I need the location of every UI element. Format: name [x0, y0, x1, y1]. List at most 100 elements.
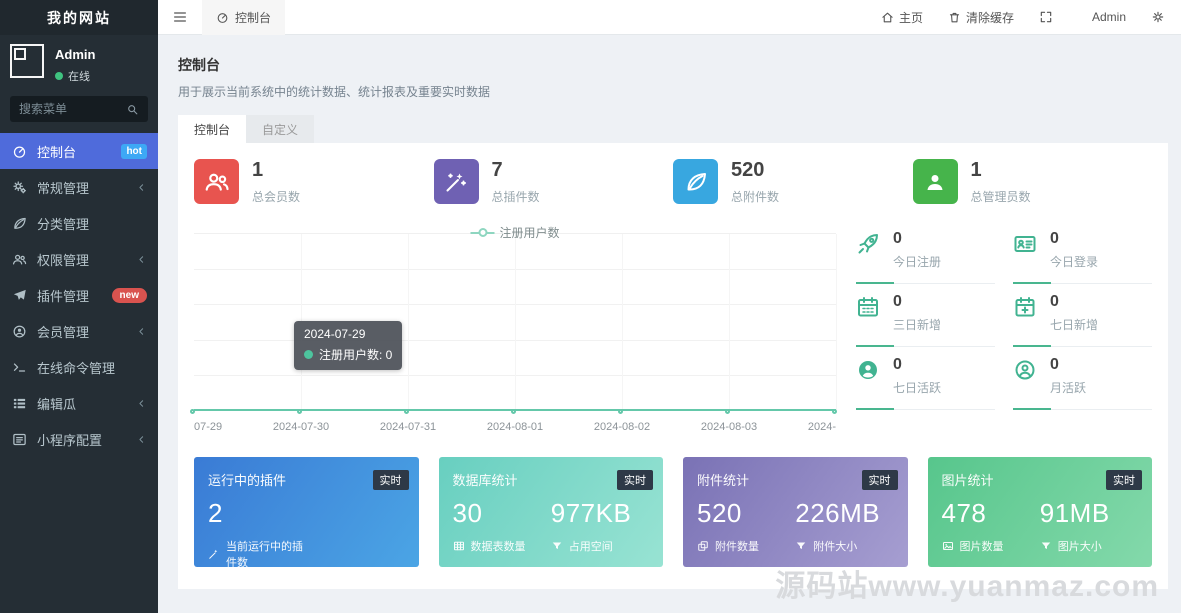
tab-custom[interactable]: 自定义: [246, 115, 315, 143]
brand-title: 我的网站: [0, 0, 158, 35]
th-list-icon: [11, 396, 28, 411]
topbar: 控制台 主页 清除缓存 Admin: [158, 0, 1181, 35]
clone-icon: [697, 540, 709, 552]
user-status: 在线: [55, 68, 95, 84]
watermark: 源码站www.yuanmaz.com: [775, 570, 1159, 603]
data-point: [297, 409, 302, 414]
user-icon: [912, 159, 958, 204]
gauge-icon: [11, 144, 28, 159]
page-subtitle: 用于展示当前系统中的统计数据、统计报表及重要实时数据: [178, 85, 491, 99]
stats-row: 1 总会员数 7 总插件数 520 总附件数 1 总管理员数: [194, 159, 1152, 205]
mini-stat-today-register: 0 今日注册: [856, 221, 995, 284]
online-dot-icon: [55, 72, 63, 80]
chevron-left-icon: [136, 326, 147, 337]
list-alt-icon: [11, 432, 28, 447]
new-badge: new: [111, 287, 147, 303]
stat-total-attachments: 520 总附件数: [673, 159, 913, 205]
sidebar-item-auth[interactable]: 权限管理: [0, 241, 158, 277]
sidebar-item-miniprogram[interactable]: 小程序配置: [0, 421, 158, 457]
tab-dashboard[interactable]: 控制台: [178, 115, 247, 143]
filter-icon: [551, 540, 563, 552]
chevron-left-icon: [136, 182, 147, 193]
calendar-icon: [856, 295, 882, 319]
data-point: [190, 409, 195, 414]
mini-stats-grid: 0 今日注册 0 今日登录 0 三日新增 0 七日新增 0 七日活跃 0 月活跃: [856, 221, 1152, 433]
mini-stat-7day-new: 0 七日新增: [1013, 284, 1152, 347]
image-icon: [942, 540, 954, 552]
sidebar-item-editor[interactable]: 编辑瓜: [0, 385, 158, 421]
sidebar-item-dashboard[interactable]: 控制台 hot: [0, 133, 158, 169]
topbar-right: 主页 清除缓存 Admin: [881, 9, 1181, 26]
chevron-left-icon: [136, 254, 147, 265]
card-database-stats: 实时 数据库统计 30 数据表数量 977KB 占用空间: [438, 457, 663, 567]
series-dot-icon: [304, 350, 313, 359]
user-name: Admin: [55, 47, 96, 62]
hot-badge: hot: [121, 143, 147, 159]
card-running-addons: 实时 运行中的插件 2 当前运行中的插件数: [194, 457, 419, 567]
sidebar-item-addon[interactable]: 插件管理 new: [0, 277, 158, 313]
stat-total-addons: 7 总插件数: [433, 159, 674, 205]
home-link[interactable]: 主页: [881, 9, 923, 26]
home-icon: [881, 11, 894, 24]
sidebar-item-category[interactable]: 分类管理: [0, 205, 158, 241]
chart-tooltip: 2024-07-29 注册用户数: 0: [294, 321, 403, 370]
chart-legend[interactable]: 注册用户数: [470, 224, 560, 241]
stat-total-members: 1 总会员数: [194, 159, 434, 205]
data-point: [618, 409, 623, 414]
card-attachment-stats: 实时 附件统计 520 附件数量 226MB 附件大小: [683, 457, 908, 567]
settings-gear-icon[interactable]: [1151, 10, 1165, 24]
chart-x-axis: 07-29 2024-07-30 2024-07-31 2024-08-01 2…: [194, 421, 836, 433]
table-icon: [453, 540, 465, 552]
paper-plane-icon: [11, 288, 28, 303]
data-point: [724, 409, 730, 414]
data-point: [832, 409, 837, 414]
filter-icon: [1040, 540, 1052, 552]
search-input[interactable]: [19, 102, 126, 116]
data-point: [403, 409, 409, 414]
content-tabs: 控制台 自定义: [178, 115, 1168, 143]
filter-icon: [795, 540, 807, 552]
mini-stat-month-active: 0 月活跃: [1013, 347, 1152, 410]
search-icon[interactable]: [126, 103, 139, 116]
sidebar-menu: 控制台 hot 常规管理 分类管理 权限管理 插件管理 new 会员管理 在线命…: [0, 133, 158, 457]
magic-wand-icon: [208, 548, 220, 560]
id-card-icon: [1013, 232, 1039, 256]
magic-wand-icon: [433, 159, 479, 204]
page-title: 控制台: [178, 57, 220, 73]
mini-stat-7day-active: 0 七日活跃: [856, 347, 995, 410]
user-panel: Admin 在线: [0, 35, 158, 89]
card-image-stats: 实时 图片统计 478 图片数量 91MB 图片大小: [927, 457, 1152, 567]
topbar-tab-dashboard[interactable]: 控制台: [202, 0, 286, 35]
user-outline-circle-icon: [1013, 358, 1039, 382]
middle-section: 注册用户数 2024-07-29 注册用户数: 0 07-29 2024-07-…: [190, 221, 1152, 433]
trash-icon: [948, 11, 961, 24]
main-content: 控制台 用于展示当前系统中的统计数据、统计报表及重要实时数据 控制台 自定义 1…: [158, 35, 1181, 613]
admin-user-menu[interactable]: Admin: [1092, 10, 1126, 24]
leaf-icon: [673, 159, 718, 204]
chart-plot-area[interactable]: [190, 233, 837, 414]
sidebar-item-command[interactable]: 在线命令管理: [0, 349, 158, 385]
avatar: [10, 44, 44, 78]
cogs-icon: [11, 180, 28, 195]
stat-total-admins: 1 总管理员数: [912, 159, 1153, 205]
user-solid-circle-icon: [856, 358, 882, 382]
rocket-icon: [856, 232, 882, 256]
menu-toggle-icon[interactable]: [158, 0, 202, 35]
dashboard-panel: 1 总会员数 7 总插件数 520 总附件数 1 总管理员数 注册用户数 202…: [178, 143, 1168, 589]
users-icon: [194, 159, 239, 204]
sidebar-item-general[interactable]: 常规管理: [0, 169, 158, 205]
leaf-icon: [11, 216, 28, 231]
users-icon: [11, 252, 28, 267]
sidebar-item-user[interactable]: 会员管理: [0, 313, 158, 349]
terminal-icon: [11, 360, 28, 375]
clear-cache-link[interactable]: 清除缓存: [948, 9, 1014, 26]
sidebar: 我的网站 Admin 在线 控制台 hot 常规管理: [0, 0, 158, 613]
chevron-left-icon: [136, 398, 147, 409]
line-marker-icon: [470, 227, 495, 237]
mini-stat-today-login: 0 今日登录: [1013, 221, 1152, 284]
registered-users-chart[interactable]: 注册用户数 2024-07-29 注册用户数: 0 07-29 2024-07-…: [190, 221, 837, 433]
menu-search[interactable]: [10, 96, 148, 122]
fullscreen-icon[interactable]: [1039, 10, 1053, 24]
data-point: [511, 409, 516, 414]
chevron-left-icon: [136, 434, 147, 445]
